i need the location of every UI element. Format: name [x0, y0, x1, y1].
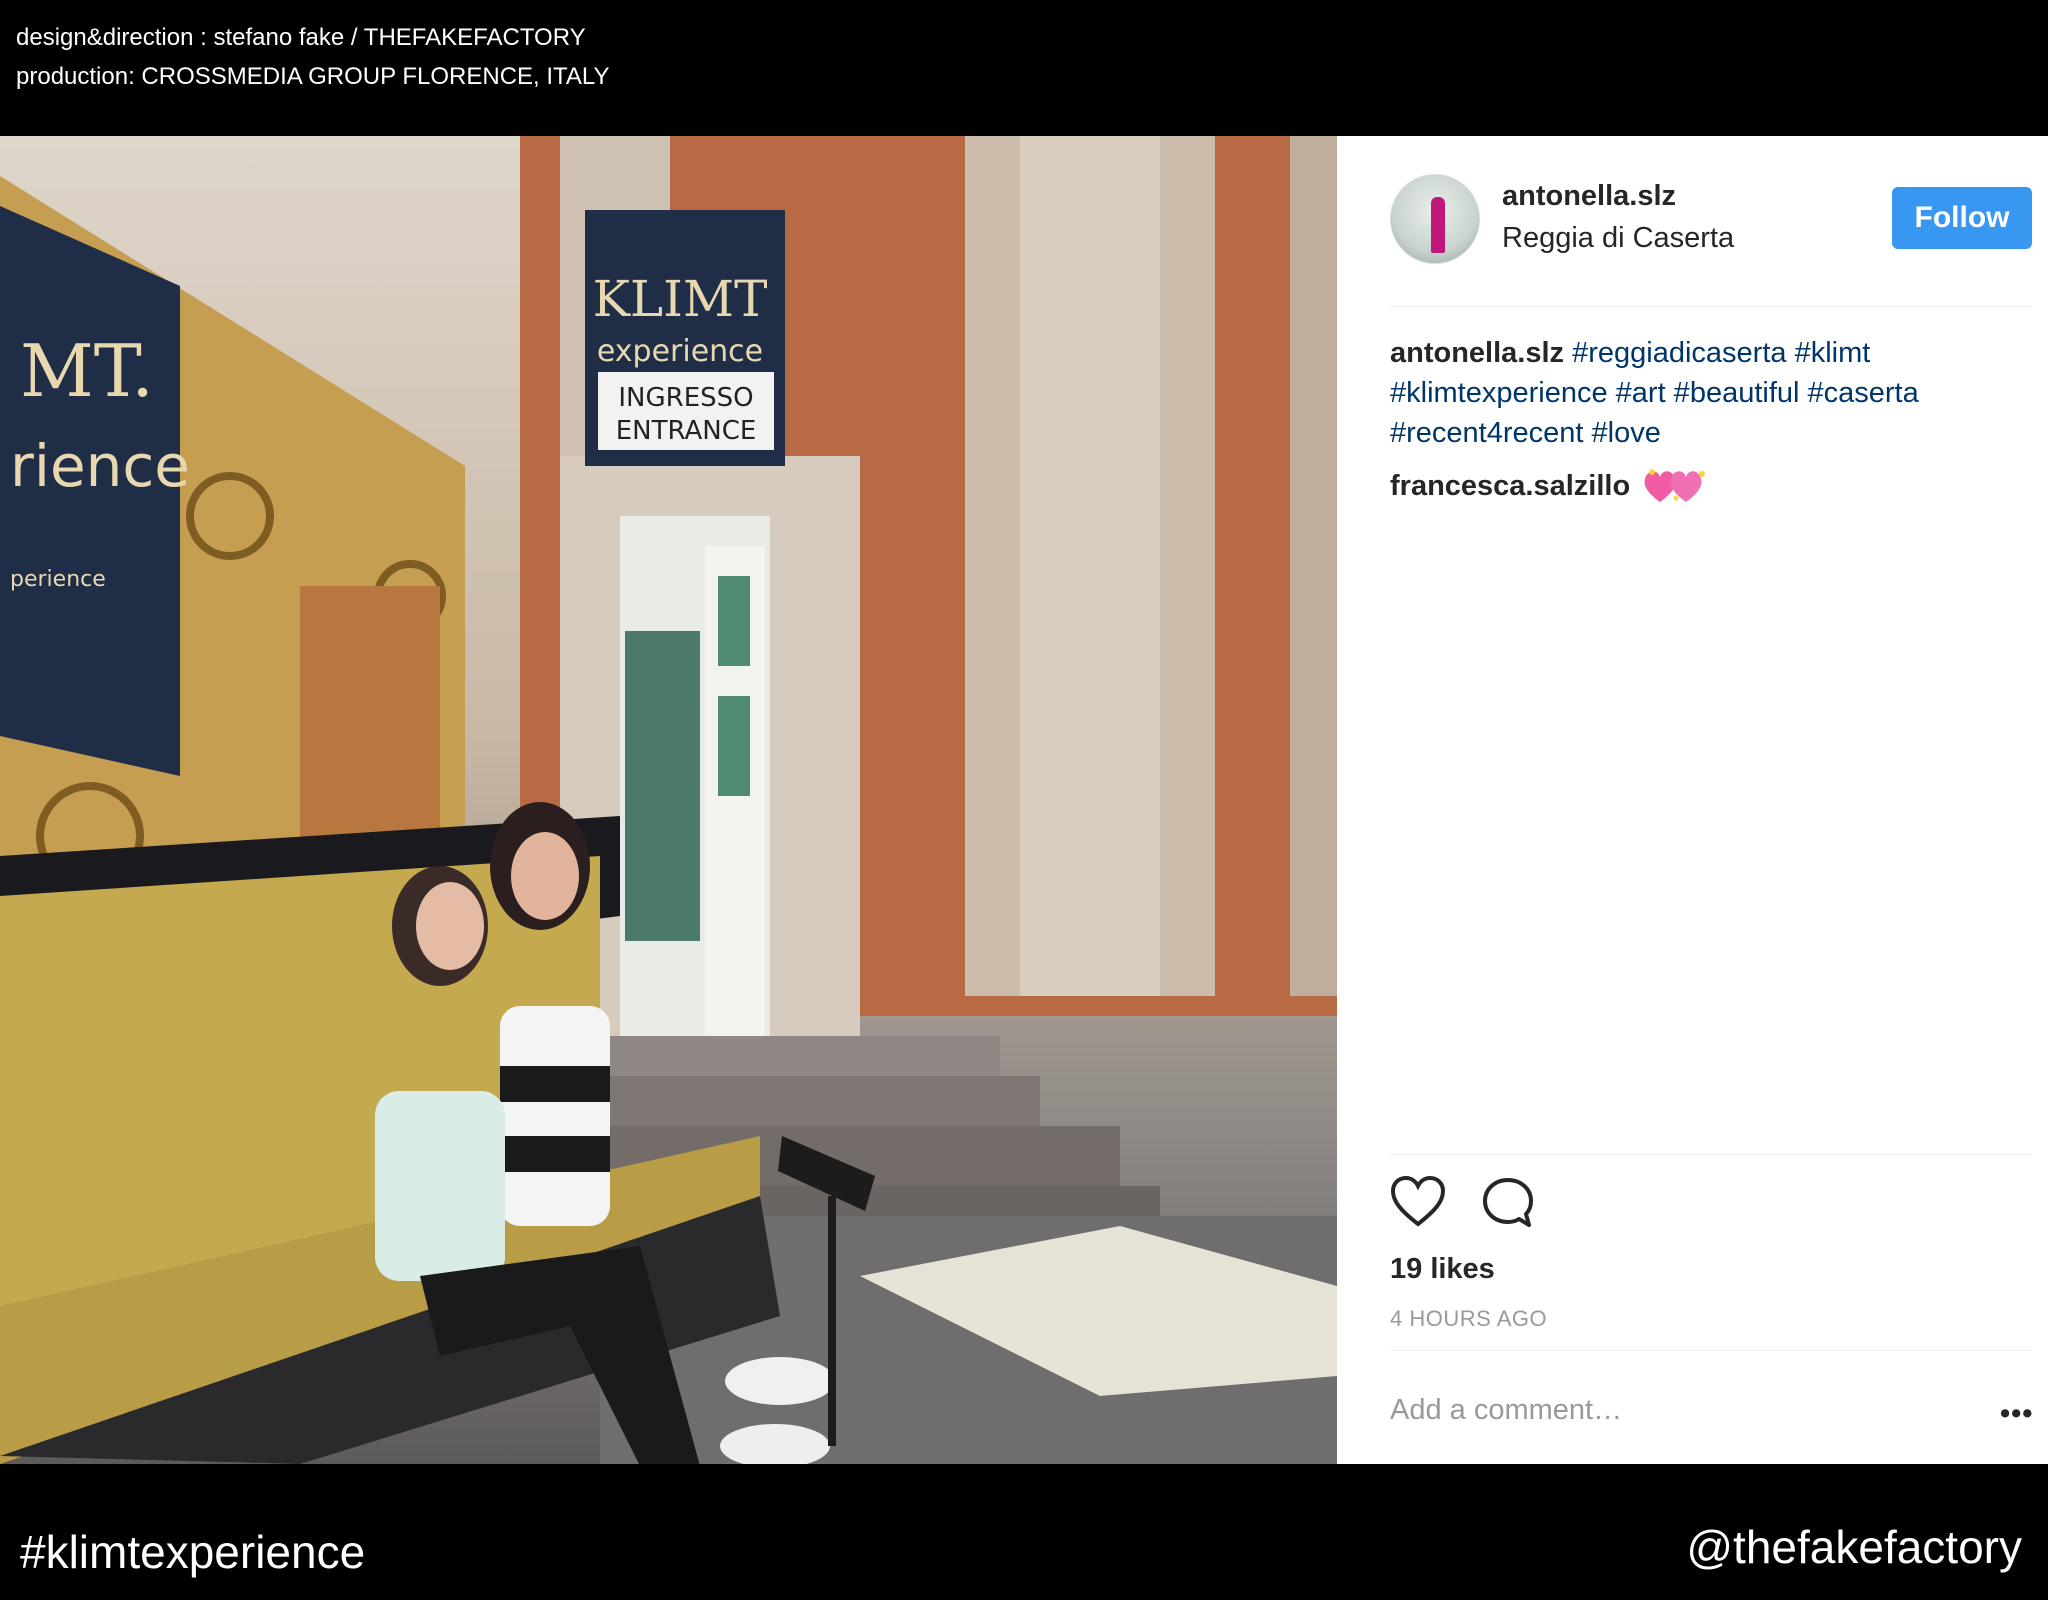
stripe: [500, 1136, 610, 1172]
stone-edge: [1290, 136, 1337, 996]
post-photo[interactable]: KLIMT experience INGRESSO ENTRANCE MT. r…: [0, 136, 1337, 1464]
caption-hashtags-3[interactable]: #recent4recent #love: [1390, 417, 1661, 449]
sign-experience: experience: [597, 334, 763, 369]
caption-hashtags-2[interactable]: #klimtexperience #art #beautiful #casert…: [1390, 377, 1919, 409]
light-top: [375, 1091, 505, 1281]
comment-username[interactable]: francesca.salzillo: [1390, 470, 1630, 503]
caption: antonella.slz #reggiadicaserta #klimt #k…: [1390, 333, 2030, 453]
avatar[interactable]: [1390, 174, 1480, 264]
door-glass-mid: [718, 696, 750, 796]
more-options-icon[interactable]: •••: [2000, 1398, 2033, 1431]
info-stand-pole: [828, 1196, 836, 1446]
divider: [1390, 1154, 2031, 1155]
striped-top: [500, 1006, 610, 1226]
stripe: [500, 1066, 610, 1102]
add-comment-input[interactable]: Add a comment…: [1390, 1394, 1622, 1427]
banner-rience: rience: [10, 432, 190, 500]
sneaker: [725, 1357, 835, 1405]
divider: [1390, 1350, 2031, 1351]
comment: francesca.salzillo: [1390, 466, 1712, 506]
comment-icon[interactable]: [1481, 1176, 1535, 1235]
heart-icon[interactable]: [1390, 1175, 1446, 1235]
door-glass-top: [718, 576, 750, 666]
stone-pilaster-inner: [1020, 136, 1160, 996]
caption-hashtags-1[interactable]: #reggiadicaserta #klimt: [1572, 337, 1870, 369]
footer-handle: @thefakefactory: [1686, 1521, 2022, 1573]
banner-mt: MT.: [20, 329, 154, 413]
footer-hashtag: #klimtexperience: [20, 1526, 366, 1578]
girl-face: [416, 882, 484, 970]
sign-klimt: KLIMT: [593, 270, 768, 328]
post-side-panel: antonella.slz Reggia di Caserta Follow a…: [1337, 136, 2048, 1464]
step: [600, 1036, 1000, 1076]
photo-scene: KLIMT experience INGRESSO ENTRANCE MT. r…: [0, 136, 1337, 1464]
step: [590, 1076, 1040, 1126]
post-timestamp: 4 HOURS AGO: [1390, 1306, 1548, 1331]
credits-direction: design&direction : stefano fake / THEFAK…: [16, 24, 586, 51]
girl-face: [511, 832, 579, 920]
sparkling-hearts-icon: [1642, 466, 1712, 506]
divider: [1390, 306, 2031, 307]
banner-perience: perience: [10, 567, 106, 592]
like-count[interactable]: 19 likes: [1390, 1253, 1495, 1286]
post-actions: [1390, 1175, 1535, 1235]
credits: design&direction : stefano fake / THEFAK…: [16, 18, 610, 96]
inner-door: [625, 631, 700, 941]
sign-entrance: ENTRANCE: [616, 416, 757, 446]
post-location[interactable]: Reggia di Caserta: [1502, 222, 1734, 255]
sign-ingresso: INGRESSO: [618, 383, 753, 413]
avatar-figure: [1431, 197, 1445, 253]
post-username[interactable]: antonella.slz: [1502, 180, 1676, 213]
follow-button[interactable]: Follow: [1892, 187, 2032, 249]
caption-username[interactable]: antonella.slz: [1390, 337, 1564, 369]
credits-production: production: CROSSMEDIA GROUP FLORENCE, I…: [16, 63, 610, 90]
